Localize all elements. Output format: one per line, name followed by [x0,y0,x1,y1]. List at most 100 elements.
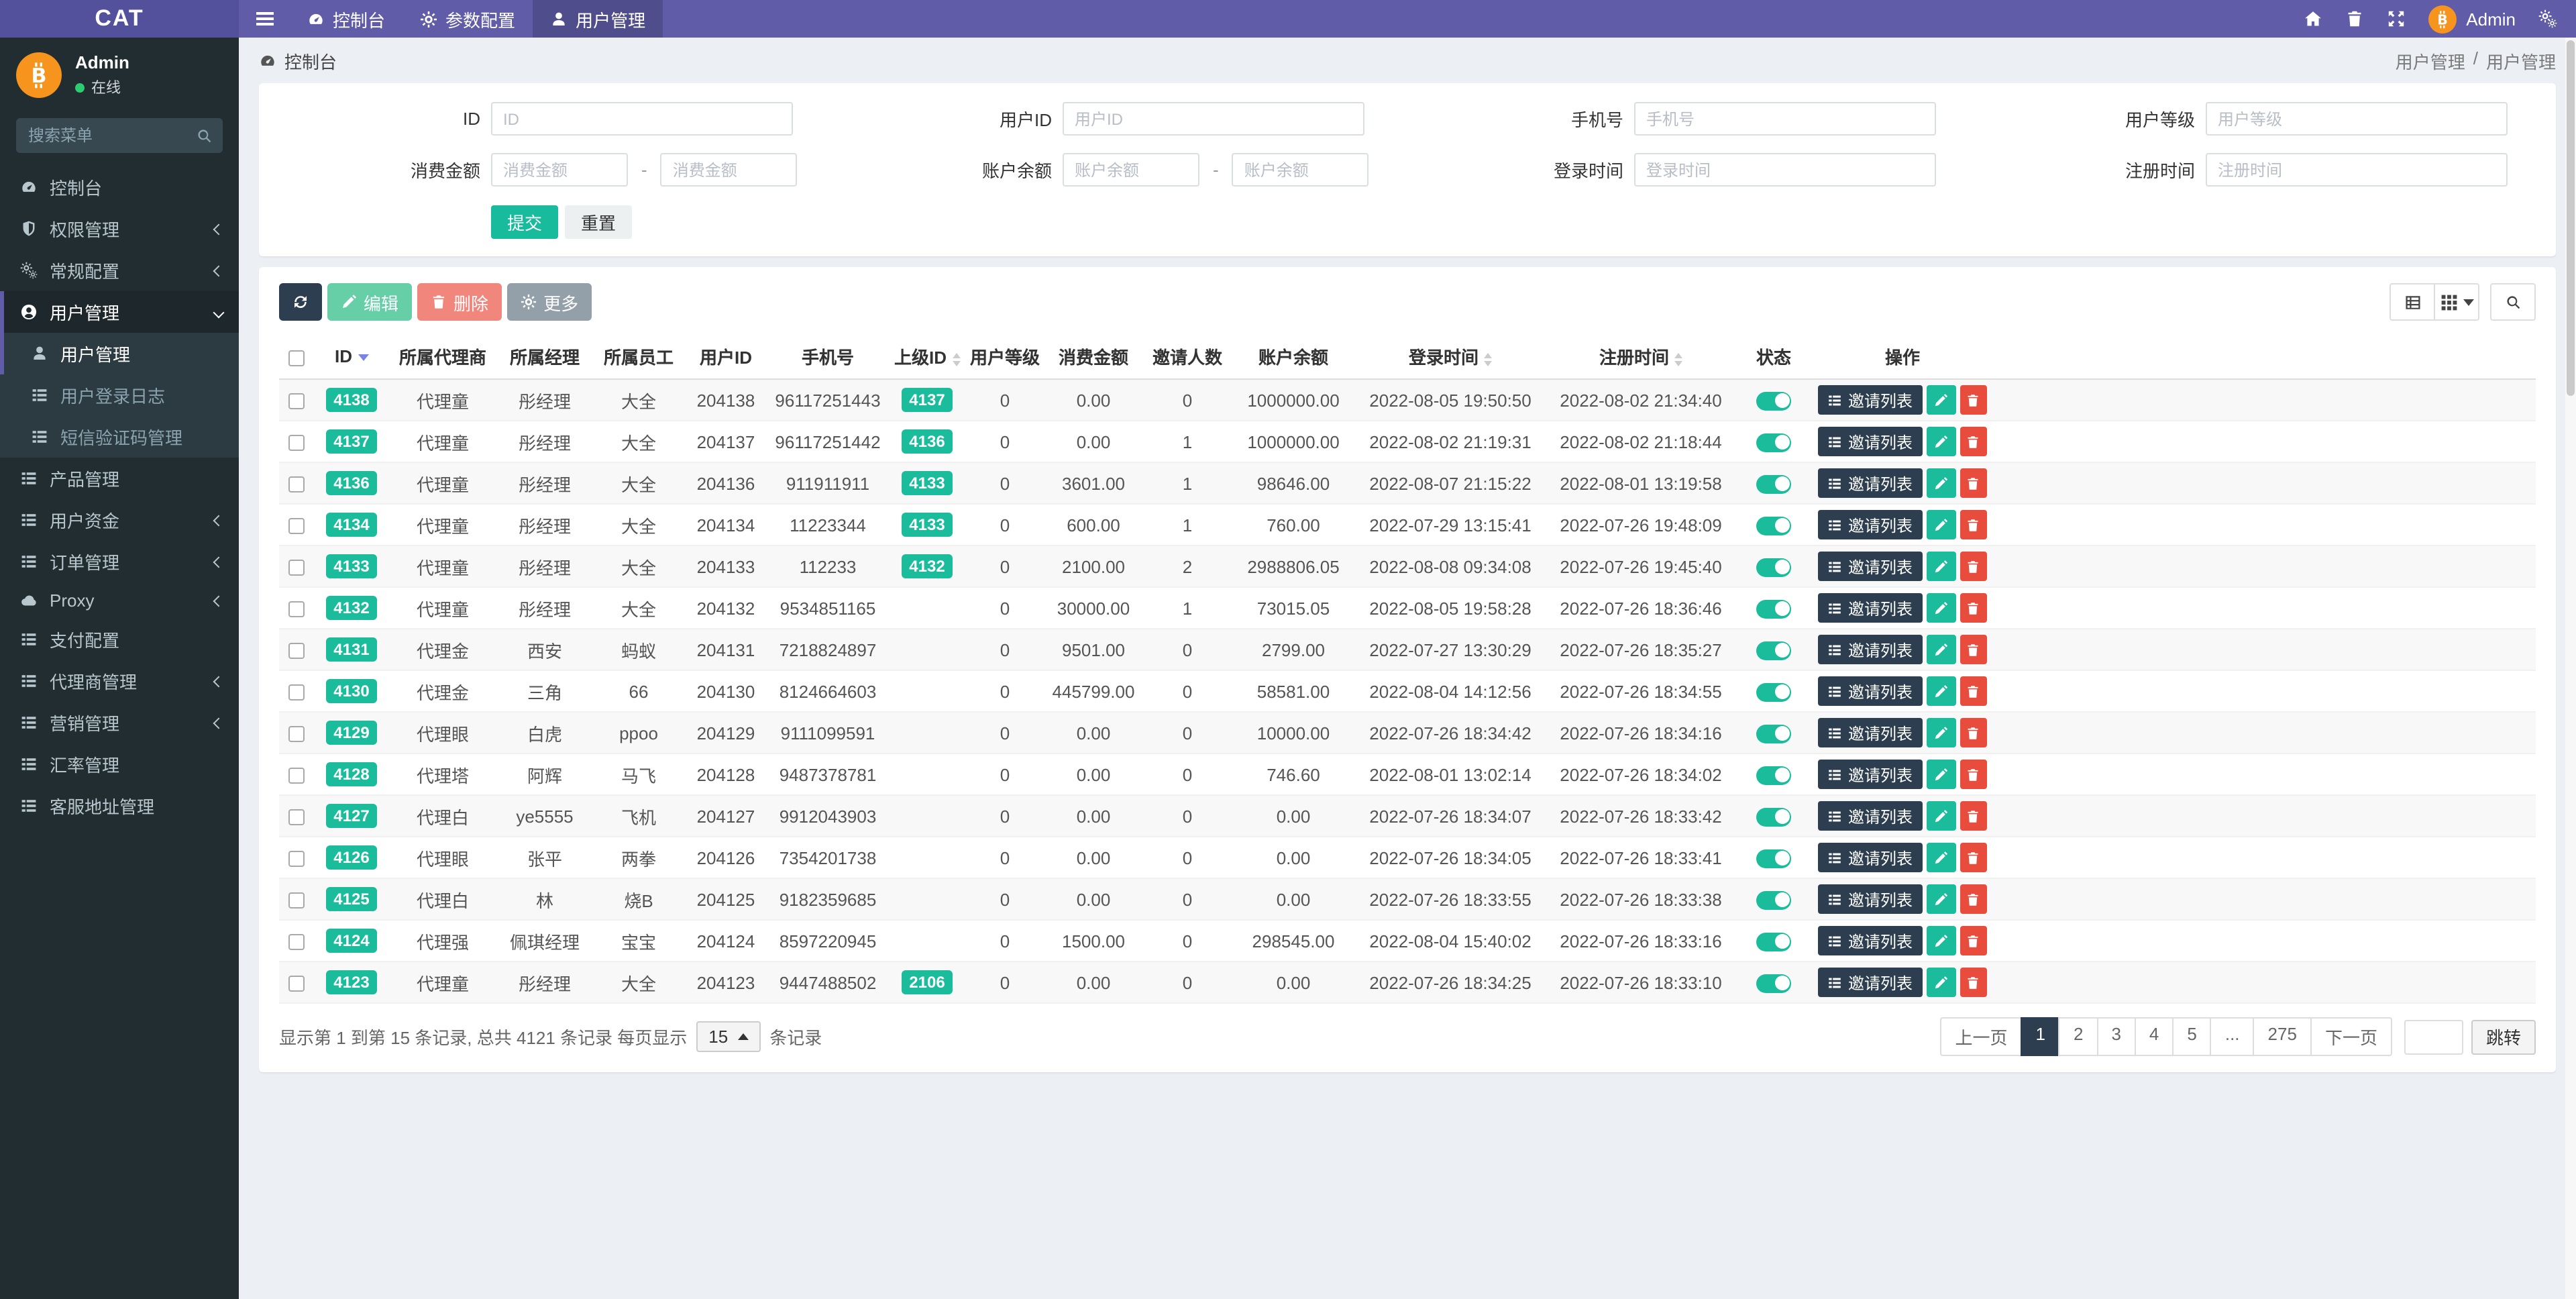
page-size-select[interactable]: 15 [696,1021,761,1052]
row-checkbox[interactable] [288,684,305,701]
invite-list-button[interactable]: 邀请列表 [1818,718,1922,747]
row-checkbox[interactable] [288,726,305,743]
status-toggle[interactable] [1756,932,1791,951]
status-toggle[interactable] [1756,641,1791,660]
page-button-275[interactable]: 275 [2253,1017,2312,1056]
row-delete-button[interactable] [1960,676,1986,706]
row-delete-button[interactable] [1960,593,1986,623]
page-button-上一页[interactable]: 上一页 [1940,1017,2023,1056]
invite-list-button[interactable]: 邀请列表 [1818,510,1922,539]
status-toggle[interactable] [1756,766,1791,785]
status-toggle[interactable] [1756,890,1791,910]
reset-button[interactable]: 重置 [565,205,633,239]
page-button-...[interactable]: ... [2210,1017,2255,1056]
column-header-上级ID[interactable]: 上级ID [888,334,966,380]
invite-list-button[interactable]: 邀请列表 [1818,801,1922,831]
row-checkbox[interactable] [288,435,305,452]
page-jump-input[interactable] [2404,1019,2463,1054]
row-checkbox[interactable] [288,476,305,493]
breadcrumb-link-2[interactable]: 用户管理 [2486,48,2556,74]
row-checkbox[interactable] [288,560,305,576]
row-edit-button[interactable] [1926,843,1955,872]
trash-icon[interactable] [2345,9,2364,28]
edit-button[interactable]: 编辑 [327,283,413,321]
row-checkbox[interactable] [288,934,305,951]
filter-input[interactable] [491,102,793,136]
invite-list-button[interactable]: 邀请列表 [1818,552,1922,581]
columns-button[interactable] [2434,283,2479,321]
scrollbar[interactable] [2565,38,2576,1299]
submit-button[interactable]: 提交 [491,205,559,239]
row-delete-button[interactable] [1960,635,1986,664]
nav-tab-用户管理[interactable]: 用户管理 [533,0,663,38]
row-delete-button[interactable] [1960,801,1986,831]
sidebar-item-营销管理[interactable]: 营销管理 [0,702,239,743]
row-delete-button[interactable] [1960,510,1986,539]
status-toggle[interactable] [1756,682,1791,702]
scrollbar-thumb[interactable] [2567,40,2575,396]
status-toggle[interactable] [1756,807,1791,827]
status-toggle[interactable] [1756,849,1791,868]
table-search-button[interactable] [2490,283,2536,321]
sidebar-item-产品管理[interactable]: 产品管理 [0,458,239,499]
invite-list-button[interactable]: 邀请列表 [1818,843,1922,872]
status-toggle[interactable] [1756,516,1791,535]
row-delete-button[interactable] [1960,884,1986,914]
row-delete-button[interactable] [1960,427,1986,456]
home-icon[interactable] [2304,9,2322,28]
row-checkbox[interactable] [288,643,305,660]
row-edit-button[interactable] [1926,510,1955,539]
filter-input[interactable] [2206,102,2508,136]
row-edit-button[interactable] [1926,552,1955,581]
row-edit-button[interactable] [1926,926,1955,955]
page-button-2[interactable]: 2 [2058,1017,2098,1056]
status-toggle[interactable] [1756,391,1791,411]
row-delete-button[interactable] [1960,760,1986,789]
column-header-ID[interactable]: ID [314,334,389,380]
filter-input[interactable] [2206,153,2508,187]
row-checkbox[interactable] [288,518,305,535]
invite-list-button[interactable]: 邀请列表 [1818,385,1922,415]
row-checkbox[interactable] [288,768,305,784]
sidebar-item-用户资金[interactable]: 用户资金 [0,499,239,541]
nav-tab-控制台[interactable]: 控制台 [290,0,402,38]
row-checkbox[interactable] [288,393,305,410]
row-checkbox[interactable] [288,601,305,618]
invite-list-button[interactable]: 邀请列表 [1818,884,1922,914]
sidebar-item-客服地址管理[interactable]: 客服地址管理 [0,785,239,827]
column-header-注册时间[interactable]: 注册时间 [1546,334,1736,380]
navbar-user-menu[interactable]: B Admin [2428,5,2516,33]
more-button[interactable]: 更多 [507,283,592,321]
page-button-5[interactable]: 5 [2172,1017,2212,1056]
filter-input[interactable] [1634,153,1936,187]
page-button-4[interactable]: 4 [2134,1017,2174,1056]
sidebar-item-用户管理[interactable]: 用户管理 [0,291,239,333]
row-edit-button[interactable] [1926,884,1955,914]
row-checkbox[interactable] [288,892,305,909]
sidebar-toggle-button[interactable] [239,0,290,38]
sidebar-item-权限管理[interactable]: 权限管理 [0,208,239,250]
invite-list-button[interactable]: 邀请列表 [1818,676,1922,706]
column-header-登录时间[interactable]: 登录时间 [1355,334,1546,380]
row-delete-button[interactable] [1960,926,1986,955]
sidebar-item-控制台[interactable]: 控制台 [0,166,239,208]
sidebar-item-用户管理[interactable]: 用户管理 [0,333,239,374]
row-edit-button[interactable] [1926,593,1955,623]
toggle-view-button[interactable] [2390,283,2435,321]
page-button-3[interactable]: 3 [2096,1017,2136,1056]
filter-input[interactable] [1634,102,1936,136]
row-delete-button[interactable] [1960,468,1986,498]
filter-input[interactable] [1063,102,1364,136]
sidebar-search-button[interactable] [185,118,223,153]
status-toggle[interactable] [1756,433,1791,452]
invite-list-button[interactable]: 邀请列表 [1818,926,1922,955]
sidebar-item-代理商管理[interactable]: 代理商管理 [0,660,239,702]
sidebar-search-input[interactable] [16,118,185,153]
refresh-button[interactable] [279,283,322,321]
invite-list-button[interactable]: 邀请列表 [1818,968,1922,997]
row-delete-button[interactable] [1960,385,1986,415]
filter-input[interactable] [1232,153,1369,187]
invite-list-button[interactable]: 邀请列表 [1818,427,1922,456]
settings-cogs-icon[interactable] [2538,9,2557,28]
row-delete-button[interactable] [1960,718,1986,747]
